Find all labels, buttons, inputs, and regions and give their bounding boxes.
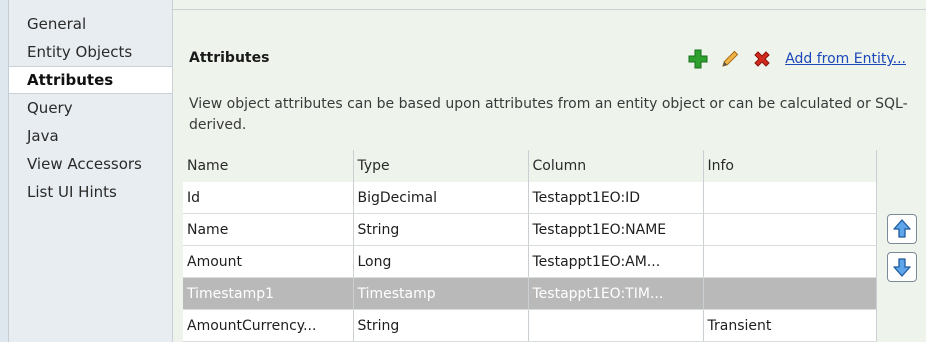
add-from-entity-link[interactable]: Add from Entity... [785, 51, 906, 67]
sidebar-item-query[interactable]: Query [9, 94, 172, 122]
cell-type: Timestamp [353, 277, 529, 310]
cell-name: Id [183, 182, 354, 214]
cell-type: Long [353, 245, 529, 278]
sidebar-item-general[interactable]: General [9, 10, 172, 38]
attributes-description: View object attributes can be based upon… [189, 96, 908, 133]
attributes-toolbar: Add from Entity... [687, 44, 906, 74]
table-row[interactable]: AmountCurrency... String Transient [183, 309, 877, 342]
window-edge [0, 0, 9, 342]
move-down-button[interactable] [887, 252, 917, 282]
cell-type: String [353, 213, 529, 246]
sidebar-item-list-ui-hints[interactable]: List UI Hints [9, 178, 172, 206]
sidebar-item-java[interactable]: Java [9, 122, 172, 150]
add-attribute-button[interactable] [687, 48, 709, 70]
cell-name: Amount [183, 245, 354, 278]
delete-attribute-button[interactable] [751, 48, 773, 70]
table-row[interactable]: Amount Long Testappt1EO:AM... [183, 245, 877, 278]
cell-info [703, 277, 877, 310]
sidebar-nav: General Entity Objects Attributes Query … [9, 0, 173, 342]
cell-column: Testappt1EO:AM... [528, 245, 704, 278]
attributes-panel: Attributes Add from Entity... View objec… [173, 0, 926, 342]
cell-type: BigDecimal [353, 182, 529, 214]
page-title: Attributes [189, 50, 270, 66]
table-row-selected[interactable]: Timestamp1 Timestamp Testappt1EO:TIM... [183, 277, 877, 310]
sidebar-item-attributes[interactable]: Attributes [9, 66, 172, 94]
delete-x-icon [754, 51, 770, 67]
column-header-column[interactable]: Column [528, 150, 704, 182]
sidebar-top-spacer [9, 0, 172, 10]
edit-attribute-button[interactable] [719, 48, 741, 70]
arrow-up-icon [893, 219, 911, 238]
table-header-row: Name Type Column Info [183, 150, 877, 182]
column-header-info[interactable]: Info [703, 150, 877, 182]
table-row[interactable]: Name String Testappt1EO:NAME [183, 213, 877, 246]
arrow-down-icon [893, 258, 911, 277]
attributes-table: Name Type Column Info Id BigDecimal Test… [183, 150, 877, 342]
column-header-type[interactable]: Type [353, 150, 529, 182]
cell-name: Name [183, 213, 354, 246]
sidebar-item-view-accessors[interactable]: View Accessors [9, 150, 172, 178]
cell-info: Transient [703, 309, 877, 342]
cell-name: Timestamp1 [183, 277, 354, 310]
cell-column: Testappt1EO:ID [528, 182, 704, 214]
cell-name: AmountCurrency... [183, 309, 354, 342]
panel-top-border [173, 9, 926, 10]
cell-type: String [353, 309, 529, 342]
column-header-name[interactable]: Name [183, 150, 354, 182]
cell-column [528, 309, 704, 342]
move-up-button[interactable] [887, 214, 917, 244]
table-row[interactable]: Id BigDecimal Testappt1EO:ID [183, 182, 877, 214]
cell-column: Testappt1EO:NAME [528, 213, 704, 246]
pencil-icon [722, 50, 739, 67]
cell-info [703, 245, 877, 278]
sidebar-item-entity-objects[interactable]: Entity Objects [9, 38, 172, 66]
cell-info [703, 182, 877, 214]
plus-icon [688, 49, 708, 69]
cell-column: Testappt1EO:TIM... [528, 277, 704, 310]
cell-info [703, 213, 877, 246]
